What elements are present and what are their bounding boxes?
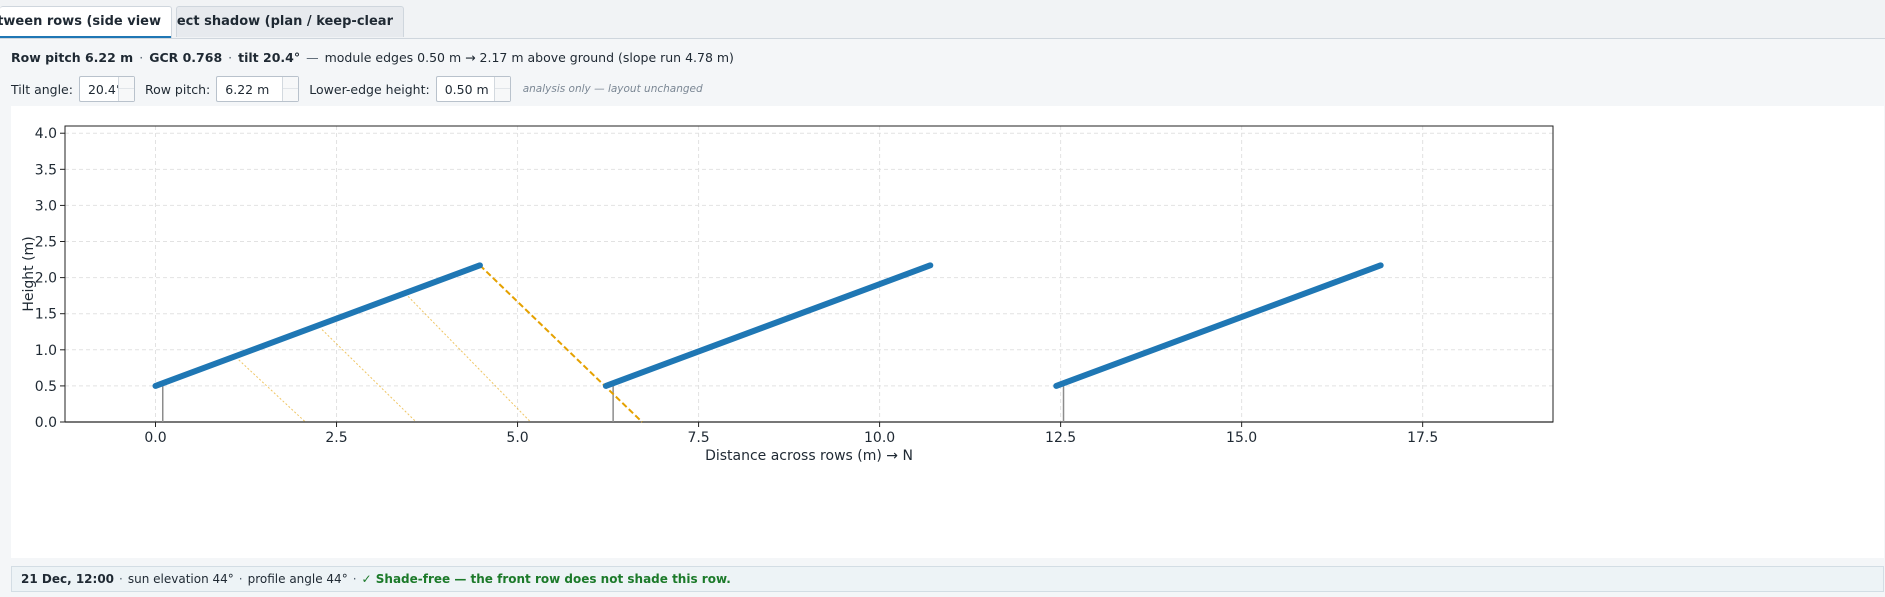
tab-side-view-label: Shading between rows (side view	[0, 14, 161, 29]
x-tick-label: 12.5	[1045, 430, 1076, 446]
row-pitch-decrement-button[interactable]	[283, 89, 298, 101]
status-dot-3: ·	[352, 572, 357, 586]
tilt-angle-increment-button[interactable]	[118, 77, 134, 89]
row-pitch-stepper	[282, 77, 299, 101]
summary-dot-2: ·	[228, 50, 233, 65]
tab-side-view[interactable]: Shading between rows (side view	[0, 6, 172, 38]
y-tick-label: 2.5	[35, 235, 57, 251]
x-tick-label: 2.5	[325, 430, 347, 446]
summary-dot-1: ·	[139, 50, 144, 65]
summary-details: module edges 0.50 m → 2.17 m above groun…	[324, 50, 734, 65]
status-dot-1: ·	[119, 572, 123, 586]
status-shade-result: ✓ Shade-free — the front row does not sh…	[361, 572, 731, 586]
summary-tilt: tilt 20.4°	[238, 50, 301, 65]
x-tick-label: 7.5	[687, 430, 709, 446]
row-pitch-input[interactable]	[217, 77, 285, 101]
lower-edge-height-decrement-button[interactable]	[495, 89, 510, 101]
x-tick-label: 0.0	[144, 430, 166, 446]
row-pitch-increment-button[interactable]	[283, 77, 299, 89]
x-tick-label: 15.0	[1226, 430, 1257, 446]
shadow-ray-aux	[404, 293, 531, 423]
shadow-ray-main	[479, 264, 643, 423]
shadow-ray-aux	[238, 359, 306, 423]
y-tick-label: 3.5	[35, 162, 57, 178]
y-tick-label: 0.5	[35, 379, 57, 395]
x-tick-label: 5.0	[506, 430, 528, 446]
side-view-plot: 0.0 2.5 5.0 7.5 10.0 12.5 15.0 17.5 0.0 0.5 1.0 1.5…	[11, 106, 1884, 558]
lower-edge-height-spinbox	[435, 76, 511, 102]
y-tick-label: 3.0	[35, 198, 57, 214]
module-row	[1053, 262, 1384, 389]
lower-edge-height-input[interactable]	[436, 77, 496, 101]
summary-dash: —	[306, 50, 319, 65]
y-axis-label: Height (m)	[21, 236, 37, 311]
tilt-angle-label: Tilt angle:	[11, 81, 73, 97]
tilt-angle-input[interactable]	[79, 77, 120, 101]
y-tick-label: 2.0	[35, 271, 57, 287]
y-tick-label: 1.5	[35, 307, 57, 323]
status-date: 21 Dec, 12:00	[21, 572, 115, 586]
row-pitch-label: Row pitch:	[144, 81, 211, 97]
tilt-angle-stepper	[117, 77, 134, 101]
status-bar: 21 Dec, 12:00 · sun elevation 44° · profile …	[11, 566, 1884, 592]
status-sun-elevation: sun elevation 44°	[127, 572, 234, 586]
lower-edge-height-stepper	[493, 77, 510, 101]
x-axis-label: Distance across rows (m) → N	[705, 448, 913, 464]
analysis-note: analysis only — layout unchanged	[522, 83, 703, 95]
x-tick-label: 10.0	[864, 430, 895, 446]
parameter-controls: Tilt angle: Row pitch: Lower-edge height…	[11, 75, 703, 103]
tab-bar: Shading between rows (side view Object s…	[0, 0, 1885, 39]
lower-edge-height-label: Lower-edge height:	[309, 81, 430, 97]
y-tick-label: 0.0	[35, 415, 57, 431]
side-view-chart: 0.0 2.5 5.0 7.5 10.0 12.5 15.0 17.5 0.0 0.5 1.0 1.5…	[21, 125, 1554, 464]
row-pitch-spinbox	[216, 76, 300, 102]
tab-object-shadow-label: Object shadow (plan / keep-clear	[176, 14, 393, 29]
tilt-angle-spinbox	[78, 76, 135, 102]
y-tick-label: 1.0	[35, 343, 57, 359]
summary-pitch: Row pitch 6.22 m	[11, 50, 134, 65]
tilt-angle-decrement-button[interactable]	[119, 89, 134, 101]
y-tick-label: 4.0	[35, 126, 57, 142]
status-dot-2: ·	[238, 572, 243, 586]
tab-object-shadow[interactable]: Object shadow (plan / keep-clear	[176, 6, 404, 37]
status-profile-angle: profile angle 44°	[247, 572, 348, 586]
x-tick-label: 17.5	[1407, 430, 1438, 446]
geometry-summary: Row pitch 6.22 m · GCR 0.768 · tilt 20.4° — mo…	[11, 50, 734, 65]
lower-edge-height-increment-button[interactable]	[494, 77, 510, 89]
summary-gcr: GCR 0.768	[149, 50, 223, 65]
module-row	[602, 262, 934, 389]
module-row	[152, 262, 483, 389]
plot-frame	[64, 125, 1554, 423]
